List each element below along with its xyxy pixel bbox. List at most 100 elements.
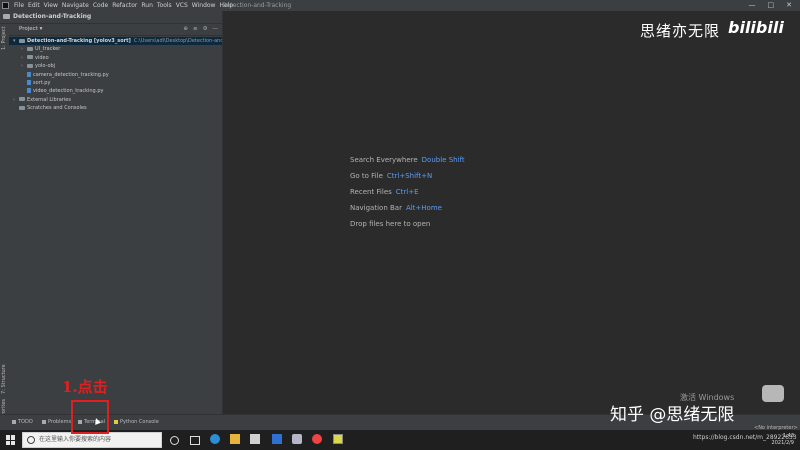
- mail-icon[interactable]: [272, 434, 282, 444]
- tree-item[interactable]: › video: [9, 54, 222, 62]
- editor-empty-state: Search Everywhere Double Shift Go to File C…: [222, 11, 800, 414]
- bilibili-tv-icon: [762, 385, 784, 402]
- editor-hint: Drop files here to open: [350, 220, 430, 228]
- file-explorer-icon[interactable]: [230, 434, 240, 444]
- tree-item-label: camera_detection_tracking.py: [33, 71, 109, 78]
- folder-icon: [3, 14, 10, 19]
- menu-run[interactable]: Run: [141, 0, 153, 11]
- windows-start-icon[interactable]: [6, 435, 16, 445]
- collapse-all-icon[interactable]: ≡: [193, 24, 198, 35]
- folder-icon: [19, 38, 25, 43]
- tree-item[interactable]: sort.py: [9, 79, 222, 87]
- bilibili-logo: bilibili: [728, 18, 784, 37]
- menu-refactor[interactable]: Refactor: [112, 0, 137, 11]
- menu-view[interactable]: View: [44, 0, 58, 11]
- tree-item[interactable]: › yolo-obj: [9, 62, 222, 70]
- taskbar-search-input[interactable]: 在这里输入你要搜索的内容: [22, 432, 162, 448]
- editor-hint: Navigation Bar Alt+Home: [350, 204, 442, 212]
- edge-browser-icon[interactable]: [210, 434, 220, 444]
- author-watermark: 思绪亦无限: [640, 22, 721, 40]
- editor-hint: Recent Files Ctrl+E: [350, 188, 419, 196]
- problems-icon: [42, 420, 46, 424]
- tree-item[interactable]: camera_detection_tracking.py: [9, 71, 222, 79]
- search-placeholder: 在这里输入你要搜索的内容: [39, 436, 112, 443]
- menu-file[interactable]: File: [14, 0, 24, 11]
- editor-hint: Go to File Ctrl+Shift+N: [350, 172, 432, 180]
- close-icon[interactable]: ✕: [786, 0, 792, 11]
- menu-vcs[interactable]: VCS: [176, 0, 188, 11]
- annotation-label: 1.点击: [62, 378, 108, 396]
- todo-tab-label: TODO: [18, 419, 33, 425]
- editor-hint-shortcut: Alt+Home: [405, 204, 442, 212]
- maximize-icon[interactable]: □: [768, 0, 775, 11]
- store-icon[interactable]: [250, 434, 260, 444]
- editor-hint-text: Recent Files: [350, 188, 392, 196]
- locate-icon[interactable]: ⊕: [183, 24, 188, 35]
- folder-icon: [27, 46, 33, 51]
- editor-hint-shortcut: Double Shift: [421, 156, 465, 164]
- search-icon: [27, 436, 35, 444]
- app-icon[interactable]: [292, 434, 302, 444]
- tree-item[interactable]: Scratches and Consoles: [9, 104, 222, 112]
- structure-tool-tab[interactable]: 7: Structure: [1, 364, 7, 394]
- folder-icon: [27, 63, 33, 68]
- python-file-icon: [27, 88, 31, 94]
- editor-hint-text: Navigation Bar: [350, 204, 402, 212]
- python-file-icon: [27, 79, 31, 85]
- window-controls: — □ ✕: [749, 0, 793, 11]
- menu-navigate[interactable]: Navigate: [62, 0, 89, 11]
- cortana-icon[interactable]: [170, 436, 179, 445]
- annotation-highlight-box: [71, 400, 109, 434]
- tree-item[interactable]: › External Libraries: [9, 96, 222, 104]
- menu-edit[interactable]: Edit: [28, 0, 40, 11]
- hide-panel-icon[interactable]: —: [213, 24, 219, 35]
- main-menu: File Edit View Navigate Code Refactor Run Tools…: [14, 0, 233, 11]
- tree-item-label: sort.py: [33, 79, 51, 86]
- project-panel-title: Project: [19, 26, 38, 32]
- tree-item-label: video_detection_tracking.py: [33, 88, 104, 95]
- task-view-icon[interactable]: [190, 436, 200, 445]
- tree-item[interactable]: video_detection_tracking.py: [9, 87, 222, 95]
- chrome-icon[interactable]: [312, 434, 322, 444]
- editor-hint-text: Go to File: [350, 172, 383, 180]
- editor-hint-shortcut: Ctrl+Shift+N: [386, 172, 433, 180]
- tree-item[interactable]: ▾ Detection-and-Tracking [yolov3_sort] C:\…: [9, 37, 232, 46]
- tree-item-label: UI_tracker: [35, 46, 61, 53]
- project-view-selector[interactable]: Project ▾: [19, 24, 42, 35]
- tree-item-label: External Libraries: [27, 96, 71, 103]
- folder-icon: [27, 55, 33, 60]
- clock-date: 2021/2/9: [771, 440, 794, 446]
- project-tree: ▾ Detection-and-Tracking [yolov3_sort] C:\…: [9, 37, 232, 113]
- tree-item-label: Detection-and-Tracking [yolov3_sort]: [27, 38, 131, 44]
- tree-item[interactable]: › UI_tracker: [9, 45, 222, 53]
- menu-code[interactable]: Code: [93, 0, 108, 11]
- tree-item-label: yolo-obj: [35, 63, 56, 70]
- menu-tools[interactable]: Tools: [157, 0, 172, 11]
- python-console-tab[interactable]: Python Console: [114, 415, 159, 429]
- zhihu-watermark: 知乎 @思绪无限: [610, 405, 735, 425]
- breadcrumb: Detection-and-Tracking: [0, 11, 222, 24]
- todo-icon: [12, 420, 16, 424]
- breadcrumb-project[interactable]: Detection-and-Tracking: [13, 11, 91, 23]
- window-title: Detection-and-Tracking: [222, 2, 292, 9]
- pycharm-icon[interactable]: [333, 434, 343, 444]
- python-console-icon: [114, 420, 118, 424]
- minimize-icon[interactable]: —: [749, 0, 756, 11]
- tree-item-label: video: [35, 54, 49, 61]
- menu-window[interactable]: Window: [192, 0, 216, 11]
- menu-bar: File Edit View Navigate Code Refactor Run Tools…: [0, 0, 800, 11]
- folder-icon: [19, 105, 25, 110]
- editor-hint-shortcut: Ctrl+E: [395, 188, 419, 196]
- app-logo-icon: [2, 2, 9, 9]
- clock-time: 1:43: [782, 433, 794, 439]
- settings-gear-icon[interactable]: ⚙: [203, 24, 208, 35]
- tree-item-label: Scratches and Consoles: [27, 105, 87, 112]
- editor-hint: Search Everywhere Double Shift: [350, 156, 465, 164]
- editor-hint-text: Drop files here to open: [350, 220, 431, 228]
- project-tool-tab[interactable]: 1: Project: [1, 26, 7, 50]
- problems-tab[interactable]: Problems: [42, 415, 71, 429]
- todo-tab[interactable]: TODO: [12, 415, 33, 429]
- folder-icon: [19, 97, 25, 102]
- system-clock[interactable]: 1:43 2021/2/9: [772, 430, 794, 447]
- project-panel: Project ▾ ⊕ ≡ ⚙ — ▾ Detection-and-Trackin…: [9, 24, 232, 414]
